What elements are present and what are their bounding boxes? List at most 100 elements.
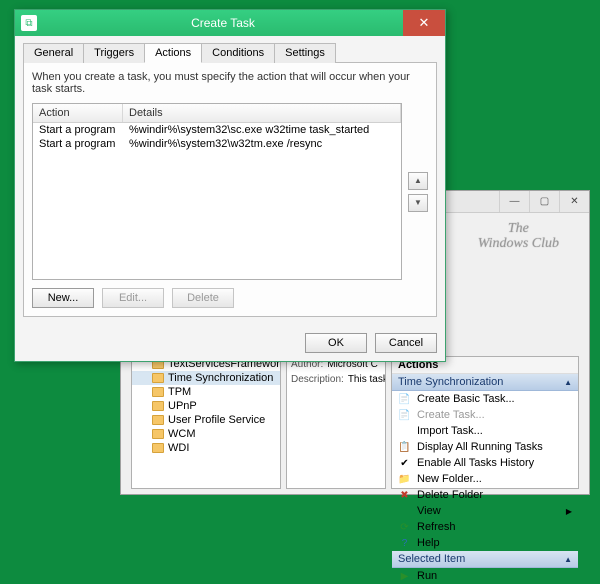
action-item-label: Display All Running Tasks	[417, 441, 543, 453]
tab-triggers[interactable]: Triggers	[83, 43, 145, 63]
action-help-icon: ?	[398, 538, 411, 549]
app-icon: ⧉	[21, 15, 37, 31]
action-view[interactable]: View ▶	[392, 503, 578, 519]
ok-button[interactable]: OK	[305, 333, 367, 353]
reorder-buttons: ▲ ▼	[408, 103, 428, 280]
table-row[interactable]: Start a program%windir%\system32\w32tm.e…	[33, 137, 401, 151]
action-create-task-icon: 📄	[398, 410, 411, 421]
actions-section-time-sync[interactable]: Time Synchronization ▲	[392, 374, 578, 391]
edit-button[interactable]: Edit...	[102, 288, 164, 308]
bg-close-button[interactable]: ✕	[559, 191, 589, 212]
tree-item[interactable]: WDI	[132, 441, 280, 455]
tab-settings[interactable]: Settings	[274, 43, 336, 63]
tree-item-label: WCM	[168, 428, 196, 440]
tree-item[interactable]: UPnP	[132, 399, 280, 413]
instruction-text: When you create a task, you must specify…	[32, 71, 428, 95]
new-button[interactable]: New...	[32, 288, 94, 308]
watermark: The Windows Club	[478, 221, 559, 252]
folder-icon	[152, 401, 164, 411]
column-action[interactable]: Action	[33, 104, 123, 122]
column-details[interactable]: Details	[123, 104, 401, 122]
tree-item-label: UPnP	[168, 400, 197, 412]
action-create-task: 📄 Create Task...	[392, 407, 578, 423]
tabs: GeneralTriggersActionsConditionsSettings	[23, 42, 437, 63]
dialog-titlebar: ⧉ Create Task ✕	[15, 10, 445, 36]
folder-icon	[152, 387, 164, 397]
action-item-label: Import Task...	[417, 425, 483, 437]
action-display-running[interactable]: 📋 Display All Running Tasks	[392, 439, 578, 455]
bg-panes: TextServicesFrameworkTime Synchronizatio…	[131, 356, 579, 489]
action-run[interactable]: ▶ Run	[392, 568, 578, 584]
folder-icon	[152, 415, 164, 425]
action-refresh[interactable]: ⟳ Refresh	[392, 519, 578, 535]
action-item-label: Run	[417, 570, 437, 582]
action-item-label: Help	[417, 537, 440, 549]
dialog-title: Create Task	[43, 16, 403, 30]
tree-item[interactable]: Time Synchronization	[132, 371, 280, 385]
folder-icon	[152, 373, 164, 383]
folder-icon	[152, 429, 164, 439]
tab-actions[interactable]: Actions	[144, 43, 202, 63]
actions-listview[interactable]: Action Details Start a program%windir%\s…	[32, 103, 402, 280]
collapse-icon: ▲	[564, 378, 572, 387]
description-value: This task pe	[348, 374, 385, 385]
bg-maximize-button[interactable]: ▢	[529, 191, 559, 212]
action-enable-history-icon: ✔	[398, 458, 411, 469]
cell-details: %windir%\system32\sc.exe w32time task_st…	[123, 123, 401, 137]
move-up-button[interactable]: ▲	[408, 172, 428, 190]
dialog-button-row: OK Cancel	[15, 325, 445, 361]
tree-item-label: User Profile Service	[168, 414, 265, 426]
action-item-label: Refresh	[417, 521, 456, 533]
tree-item[interactable]: TPM	[132, 385, 280, 399]
action-new-folder-icon: 📁	[398, 474, 411, 485]
collapse-icon: ▲	[564, 555, 572, 564]
action-run-icon: ▶	[398, 571, 411, 582]
actions-section2-label: Selected Item	[398, 553, 465, 565]
cell-action: Start a program	[33, 123, 123, 137]
action-refresh-icon: ⟳	[398, 522, 411, 533]
tree-item[interactable]: User Profile Service	[132, 413, 280, 427]
action-delete-folder[interactable]: ✖ Delete Folder	[392, 487, 578, 503]
table-row[interactable]: Start a program%windir%\system32\sc.exe …	[33, 123, 401, 137]
action-create-basic-task[interactable]: 📄 Create Basic Task...	[392, 391, 578, 407]
tab-conditions[interactable]: Conditions	[201, 43, 275, 63]
move-down-button[interactable]: ▼	[408, 194, 428, 212]
dialog-close-button[interactable]: ✕	[403, 10, 445, 36]
tab-general[interactable]: General	[23, 43, 84, 63]
description-label: Description:	[291, 374, 344, 385]
actions-tab-panel: When you create a task, you must specify…	[23, 63, 437, 317]
action-new-folder[interactable]: 📁 New Folder...	[392, 471, 578, 487]
list-header: Action Details	[33, 104, 401, 123]
action-item-label: Enable All Tasks History	[417, 457, 534, 469]
cancel-button[interactable]: Cancel	[375, 333, 437, 353]
action-help[interactable]: ? Help	[392, 535, 578, 551]
tree-item-label: Time Synchronization	[168, 372, 273, 384]
action-item-label: New Folder...	[417, 473, 482, 485]
watermark-line1: The	[478, 221, 559, 236]
action-create-basic-task-icon: 📄	[398, 394, 411, 405]
action-import-task[interactable]: Import Task...	[392, 423, 578, 439]
submenu-arrow-icon: ▶	[566, 507, 572, 516]
create-task-dialog: ⧉ Create Task ✕ GeneralTriggersActionsCo…	[14, 9, 446, 362]
delete-button[interactable]: Delete	[172, 288, 234, 308]
action-delete-folder-icon: ✖	[398, 490, 411, 501]
actions-section-label: Time Synchronization	[398, 376, 503, 388]
action-enable-history[interactable]: ✔ Enable All Tasks History	[392, 455, 578, 471]
action-item-label: Create Basic Task...	[417, 393, 515, 405]
action-item-label: Create Task...	[417, 409, 485, 421]
cell-details: %windir%\system32\w32tm.exe /resync	[123, 137, 401, 151]
actions-pane: Actions Time Synchronization ▲ 📄Create B…	[391, 356, 579, 489]
action-item-label: View	[417, 505, 441, 517]
tree-item[interactable]: WCM	[132, 427, 280, 441]
detail-pane: Author: Microsoft C Description: This ta…	[286, 356, 386, 489]
watermark-line2: Windows Club	[478, 236, 559, 251]
actions-section-selected-item[interactable]: Selected Item ▲	[392, 551, 578, 568]
cell-action: Start a program	[33, 137, 123, 151]
tree-pane[interactable]: TextServicesFrameworkTime Synchronizatio…	[131, 356, 281, 489]
folder-icon	[152, 443, 164, 453]
tree-item-label: TPM	[168, 386, 191, 398]
action-display-running-icon: 📋	[398, 442, 411, 453]
action-item-label: Delete Folder	[417, 489, 483, 501]
tree-item-label: WDI	[168, 442, 189, 454]
bg-minimize-button[interactable]: —	[499, 191, 529, 212]
